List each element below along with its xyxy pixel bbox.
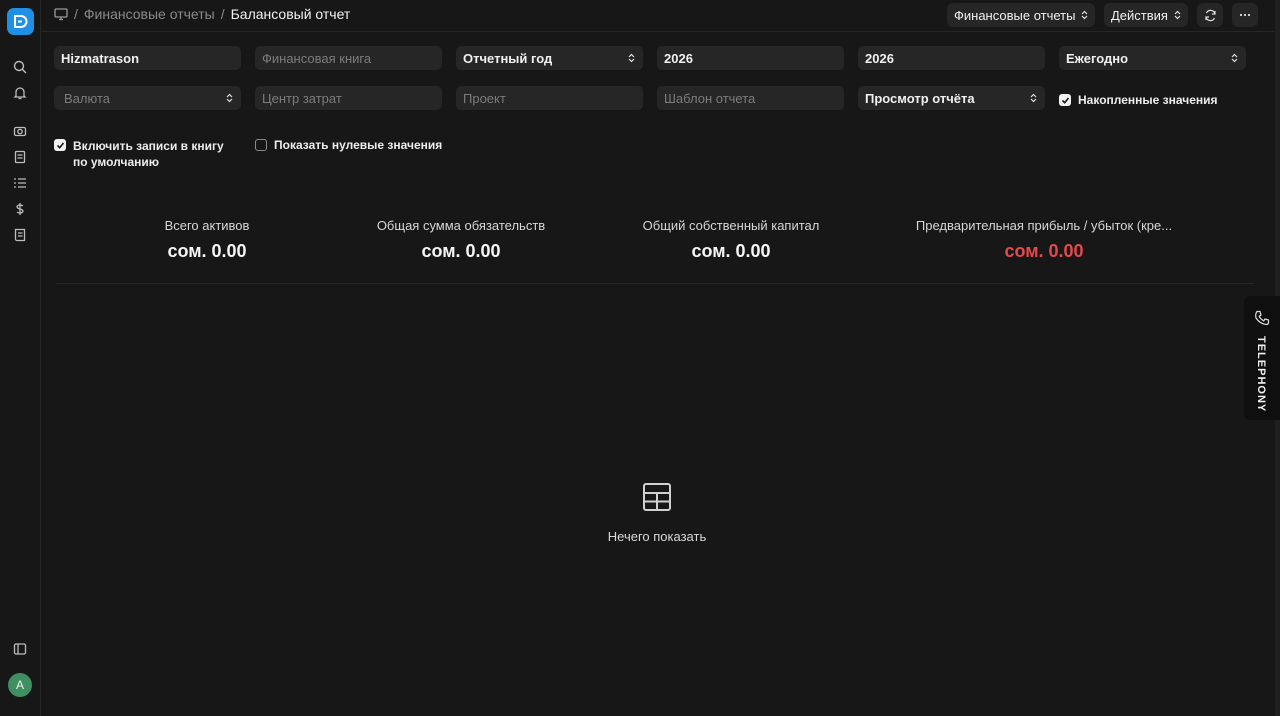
more-button[interactable] — [1232, 3, 1258, 27]
bell-icon[interactable] — [11, 84, 29, 102]
report-template-placeholder: Шаблон отчета — [664, 90, 756, 106]
updown-icon — [628, 53, 635, 63]
avatar-initial: A — [15, 678, 24, 692]
updown-icon — [1030, 93, 1037, 103]
to-year-field[interactable]: 2026 — [858, 46, 1045, 70]
empty-state: Нечего показать — [560, 482, 754, 544]
project-field[interactable]: Проект — [456, 86, 643, 110]
stat-label: Предварительная прибыль / убыток (кре... — [915, 218, 1173, 233]
empty-message: Нечего показать — [607, 529, 707, 544]
avatar[interactable]: A — [8, 673, 32, 697]
stat-value: сом. 0.00 — [691, 241, 771, 261]
telephony-label: TELEPHONY — [1255, 336, 1267, 413]
periodicity-select[interactable]: Ежегодно — [1059, 46, 1246, 70]
summary-panel: Всего активов сом. 0.00 Общая сумма обяз… — [56, 196, 1254, 284]
show-zero-values-checkbox[interactable]: Показать нулевые значения — [255, 138, 442, 152]
checkbox-checked-icon — [54, 139, 66, 151]
total-equity-stat: Общий собственный капитал сом. 0.00 — [643, 218, 820, 262]
refresh-icon — [1204, 9, 1216, 21]
more-icon — [1239, 13, 1251, 17]
stat-label: Всего активов — [164, 218, 250, 233]
page-title: Балансовый отчет — [230, 6, 351, 22]
updown-icon — [1174, 10, 1181, 20]
show-zero-values-label: Показать нулевые значения — [274, 138, 443, 152]
camera-icon[interactable] — [11, 122, 29, 140]
updown-icon — [1082, 10, 1088, 20]
updown-icon — [226, 93, 233, 103]
stat-value: сом. 0.00 — [421, 241, 501, 261]
to-year-value: 2026 — [865, 50, 894, 66]
stat-value: сом. 0.00 — [167, 241, 247, 261]
cost-center-field[interactable]: Центр затрат — [255, 86, 442, 110]
report-view-select[interactable]: Просмотр отчёта — [858, 86, 1045, 110]
total-assets-stat: Всего активов сом. 0.00 — [165, 218, 250, 262]
report-template-field[interactable]: Шаблон отчета — [657, 86, 844, 110]
report-menu-button[interactable]: Финансовые отчеты — [947, 3, 1096, 27]
total-liabilities-stat: Общая сумма обязательств сом. 0.00 — [377, 218, 545, 262]
finance-book-placeholder: Финансовая книга — [262, 50, 372, 66]
from-year-value: 2026 — [664, 50, 693, 66]
stat-label: Общая сумма обязательств — [376, 218, 546, 233]
period-type-value: Отчетный год — [463, 50, 553, 66]
sidebar: A — [0, 0, 41, 716]
project-placeholder: Проект — [463, 90, 506, 106]
provisional-profit-stat: Предварительная прибыль / убыток (кре...… — [916, 218, 1172, 262]
period-type-select[interactable]: Отчетный год — [456, 46, 643, 70]
from-year-field[interactable]: 2026 — [657, 46, 844, 70]
report-view-value: Просмотр отчёта — [865, 90, 975, 106]
stat-label: Общий собственный капитал — [642, 218, 820, 233]
accumulated-values-checkbox[interactable]: Накопленные значения — [1059, 93, 1218, 107]
table-icon — [643, 483, 671, 511]
actions-label: Действия — [1111, 7, 1168, 23]
app-logo[interactable] — [7, 8, 34, 35]
currency-select[interactable]: Валюта — [54, 86, 241, 110]
checkbox-checked-icon — [1059, 94, 1071, 106]
company-value: Hizmatrason — [61, 50, 140, 66]
accumulated-values-label: Накопленные значения — [1078, 93, 1218, 107]
app: A / Финансовые отчеты / Балансовый отчет… — [0, 0, 1280, 716]
telephony-tab[interactable]: TELEPHONY — [1244, 296, 1280, 420]
sidebar-toggle-icon[interactable] — [11, 640, 29, 658]
finance-book-field[interactable]: Финансовая книга — [255, 46, 442, 70]
search-icon[interactable] — [11, 58, 29, 76]
periodicity-value: Ежегодно — [1066, 50, 1129, 66]
top-bar: / Финансовые отчеты / Балансовый отчет Ф… — [41, 0, 1280, 32]
refresh-button[interactable] — [1197, 3, 1223, 27]
receipt-icon[interactable] — [11, 226, 29, 244]
list-icon[interactable] — [11, 174, 29, 192]
updown-icon — [1231, 53, 1238, 63]
breadcrumb-parent[interactable]: Финансовые отчеты — [84, 6, 215, 22]
include-default-book-label: Включить записи в книгу по умолчанию — [73, 139, 224, 169]
phone-icon — [1255, 310, 1270, 326]
cost-center-placeholder: Центр затрат — [262, 90, 342, 106]
stat-value: сом. 0.00 — [1004, 241, 1084, 261]
checkbox-unchecked-icon — [255, 139, 267, 151]
include-default-book-checkbox[interactable]: Включить записи в книгу по умолчанию — [54, 138, 239, 170]
currency-placeholder: Валюта — [64, 90, 110, 106]
breadcrumb: / Финансовые отчеты / Балансовый отчет — [54, 6, 350, 22]
monitor-icon[interactable] — [54, 7, 68, 21]
company-field[interactable]: Hizmatrason — [54, 46, 241, 70]
actions-button[interactable]: Действия — [1104, 3, 1188, 27]
dollar-icon[interactable] — [11, 200, 29, 218]
notebook-icon[interactable] — [11, 148, 29, 166]
report-menu-label: Финансовые отчеты — [954, 7, 1076, 23]
